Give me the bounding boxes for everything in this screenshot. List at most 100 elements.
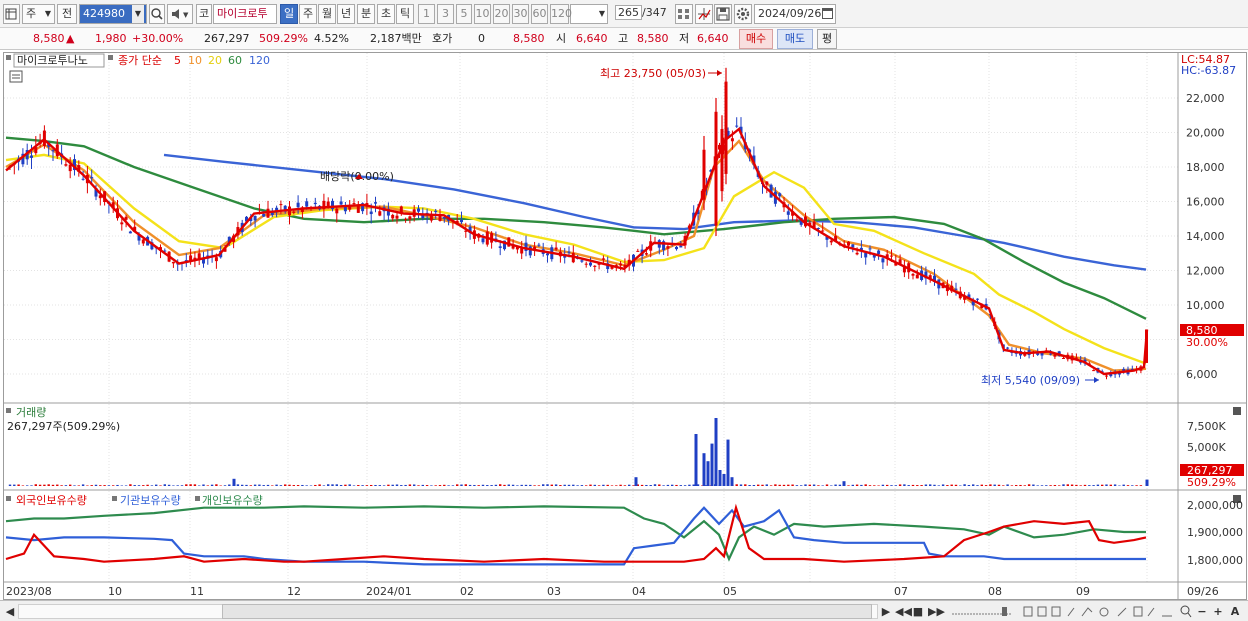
data-count-field[interactable]: 265/347 — [612, 4, 668, 24]
volume-bar — [585, 485, 588, 486]
volume-bar — [348, 484, 351, 486]
prev-button[interactable]: 전 — [57, 4, 77, 24]
volume-bar — [821, 485, 824, 486]
zoom-slider[interactable] — [950, 604, 1016, 619]
buy-button[interactable]: 매수 — [739, 29, 773, 49]
search-icon[interactable] — [149, 4, 165, 24]
candle-body — [714, 111, 718, 226]
volume-bar — [90, 485, 93, 486]
volume-bar — [279, 485, 283, 486]
x-axis-label: 02 — [460, 585, 474, 598]
gear-icon[interactable] — [734, 4, 752, 24]
fast-forward-icon[interactable]: ▶▶ — [928, 604, 945, 619]
volume-bar — [1113, 484, 1117, 486]
volume-axis-5000k: 5,000K — [1187, 441, 1226, 454]
rewind-icon[interactable]: ◀◀ — [895, 604, 912, 619]
volume-bar — [77, 485, 80, 486]
volume-bar — [266, 484, 270, 486]
volume-bar — [765, 484, 768, 486]
interval-custom-select[interactable]: ▼ — [570, 4, 608, 24]
dividend-annotation: 배당락(0.00%) — [320, 170, 394, 183]
grid-tool-icon[interactable] — [675, 4, 693, 24]
candle-body — [30, 155, 33, 158]
zoom-search-icon[interactable] — [1180, 604, 1192, 619]
institution-holdings-label: 기관보유수량 — [120, 494, 181, 507]
period-button[interactable]: 틱 — [396, 4, 414, 24]
volume-bar — [473, 484, 476, 486]
zoom-out-icon[interactable]: − — [1196, 604, 1208, 619]
period-button[interactable]: 주 — [299, 4, 317, 24]
interval-button[interactable]: 30 — [512, 4, 529, 24]
period-button[interactable]: 년 — [337, 4, 355, 24]
volume-bar — [129, 484, 132, 486]
volume-bar — [787, 484, 790, 486]
candle-body — [434, 210, 438, 213]
volume-bar — [851, 484, 854, 486]
layout-icon[interactable] — [3, 4, 20, 24]
volume-bar — [593, 484, 596, 486]
sell-button[interactable]: 매도 — [777, 29, 813, 49]
foreign-holdings-label: 외국인보유수량 — [16, 494, 87, 507]
volume-bar — [653, 484, 657, 486]
volume-bar — [1015, 485, 1018, 486]
drawing-tools-icon[interactable] — [1022, 604, 1182, 619]
volume-bar — [946, 485, 949, 486]
trade-amount: 2,187백만 — [370, 32, 422, 45]
zoom-in-icon[interactable]: + — [1212, 604, 1224, 619]
volume-bar — [507, 484, 510, 486]
price-axis-label: 18,000 — [1186, 161, 1225, 174]
volume-bars — [8, 418, 1149, 486]
volume-bar — [662, 485, 665, 486]
interval-button[interactable]: 1 — [418, 4, 435, 24]
interval-button[interactable]: 60 — [531, 4, 548, 24]
chart-canvas[interactable]: 마이크로투나노 종가 단순 5 10 20 60 120 최고 23,750 (… — [4, 53, 1246, 599]
candle-body — [1092, 370, 1096, 372]
period-button[interactable]: 초 — [377, 4, 395, 24]
interval-button[interactable]: 5 — [456, 4, 472, 24]
legend-marker-icon — [6, 408, 11, 413]
scrollbar-thumb[interactable] — [222, 604, 872, 619]
volume-bar — [739, 484, 743, 486]
volume-bar — [706, 461, 710, 486]
eval-button[interactable]: 평 — [817, 29, 837, 49]
period-type-select[interactable]: 주 ▼ — [22, 4, 55, 24]
panel-close-icon[interactable] — [1233, 407, 1241, 415]
sound-icon[interactable]: ▼ — [167, 4, 193, 24]
price-plot — [5, 67, 1149, 380]
interval-button[interactable]: 3 — [437, 4, 454, 24]
stock-code-input[interactable]: 424980 ▼ — [79, 4, 147, 24]
period-button[interactable]: 일 — [280, 4, 298, 24]
font-size-icon[interactable]: A — [1228, 604, 1242, 619]
interval-button[interactable]: 120 — [550, 4, 572, 24]
period-button[interactable]: 월 — [318, 4, 336, 24]
ma10-line — [5, 139, 1147, 372]
low-annotation: 최저 5,540 (09/09) — [981, 374, 1080, 387]
crosshair-tool-icon[interactable] — [695, 4, 713, 24]
volume-bar — [1006, 484, 1009, 486]
legend-ma5: 5 — [174, 54, 181, 67]
volume-bar — [370, 484, 373, 486]
volume-bar — [456, 484, 459, 486]
calendar-icon[interactable] — [822, 8, 833, 19]
volume-bar — [963, 484, 966, 486]
scroll-right-icon[interactable]: ▶ — [880, 604, 892, 619]
interval-button[interactable]: 10 — [474, 4, 491, 24]
volume-bar — [744, 484, 747, 486]
volume-bar — [907, 485, 910, 486]
price-legend: 마이크로투나노 종가 단순 5 10 20 60 120 — [6, 53, 270, 83]
interval-button[interactable]: 20 — [493, 4, 510, 24]
volume-bar — [632, 485, 635, 486]
date-input[interactable]: 2024/09/26 — [754, 4, 836, 24]
volume-bar — [602, 484, 605, 486]
scroll-left-icon[interactable]: ◀ — [4, 604, 16, 619]
stock-name-field[interactable]: 마이크로투 — [213, 4, 277, 24]
legend-marker-icon — [6, 496, 11, 501]
candle-body — [460, 219, 463, 223]
holdings-panel: 외국인보유수량 기관보유수량 개인보유수량 2,000,000 1,900,00… — [5, 494, 1243, 567]
volume-bar — [275, 484, 278, 486]
save-icon[interactable] — [714, 4, 732, 24]
period-button[interactable]: 분 — [357, 4, 375, 24]
calculator-icon[interactable] — [9, 70, 23, 83]
stop-icon[interactable]: ■ — [912, 604, 924, 619]
chart-area[interactable]: 마이크로투나노 종가 단순 5 10 20 60 120 최고 23,750 (… — [3, 52, 1247, 600]
